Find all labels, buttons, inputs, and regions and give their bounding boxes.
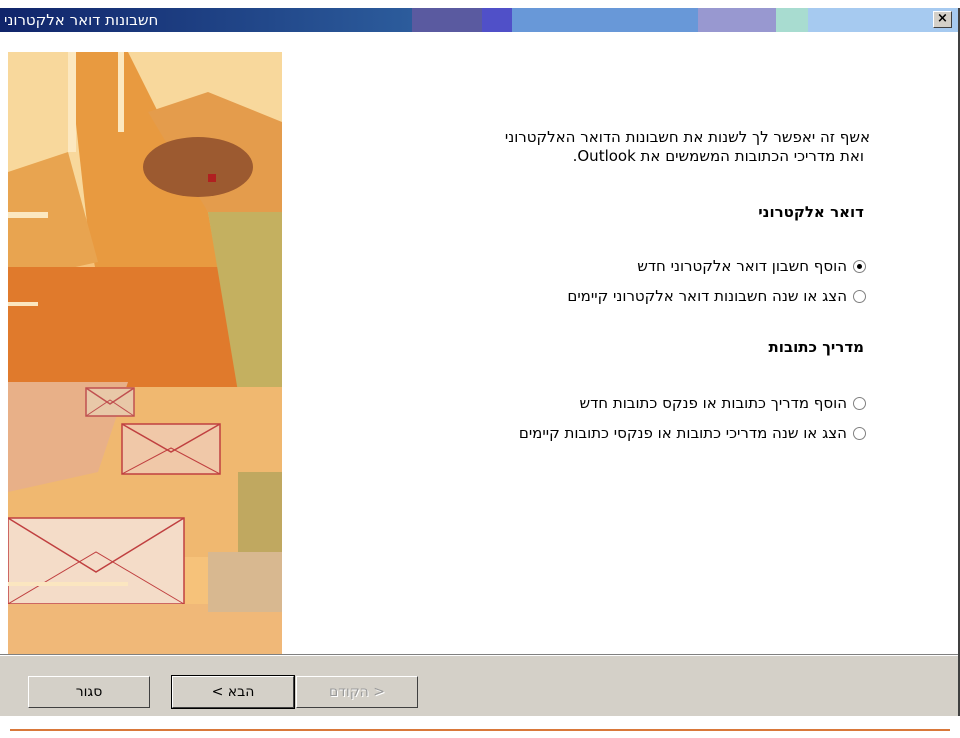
option-label: הצג או שנה מדריכי כתובות או פנקסי כתובות…: [518, 424, 847, 442]
radio-button[interactable]: [853, 426, 866, 440]
bottom-accent-line: [10, 729, 950, 731]
back-button: < הקודם: [296, 676, 418, 708]
radio-button-checked[interactable]: [853, 259, 866, 273]
add-directory-option[interactable]: הוסף מדריך כתובות או פנקס כתובות חדש: [579, 394, 866, 412]
intro-text: אשף זה יאפשר לך לשנות את חשבונות הדואר ה…: [310, 128, 870, 166]
title-bar-segment: [698, 8, 776, 32]
add-email-account-option[interactable]: הוסף חשבון דואר אלקטרוני חדש: [637, 257, 866, 275]
wizard-side-illustration: [8, 52, 282, 656]
email-section-heading: דואר אלקטרוני: [758, 203, 864, 221]
radio-button[interactable]: [853, 289, 866, 303]
directory-section-heading: מדריך כתובות: [768, 338, 864, 356]
title-bar-segment: [776, 8, 808, 32]
option-label: הוסף חשבון דואר אלקטרוני חדש: [637, 257, 847, 275]
window-title: חשבונות דואר אלקטרוני: [4, 11, 159, 29]
view-email-accounts-option[interactable]: הצג או שנה חשבונות דואר אלקטרוני קיימים: [567, 287, 866, 305]
view-directories-option[interactable]: הצג או שנה מדריכי כתובות או פנקסי כתובות…: [519, 424, 866, 442]
email-accounts-dialog: חשבונות דואר אלקטרוני × אשף זה יאפשר לך …: [0, 8, 960, 716]
intro-line-2: ואת מדריכי הכתובות המשמשים את Outlook.: [572, 147, 864, 165]
close-window-button[interactable]: ×: [933, 11, 952, 28]
title-bar-segment: [412, 8, 482, 32]
next-button[interactable]: הבא >: [171, 675, 295, 709]
option-label: הצג או שנה חשבונות דואר אלקטרוני קיימים: [567, 287, 847, 305]
button-bar: סגור הבא > < הקודם: [0, 656, 958, 716]
title-bar-segment: [482, 8, 512, 32]
radio-button[interactable]: [853, 396, 866, 410]
close-button[interactable]: סגור: [28, 676, 150, 708]
title-bar-segment: [512, 8, 698, 32]
option-label: הוסף מדריך כתובות או פנקס כתובות חדש: [579, 394, 847, 412]
intro-line-1: אשף זה יאפשר לך לשנות את חשבונות הדואר ה…: [504, 128, 870, 146]
wizard-content: אשף זה יאפשר לך לשנות את חשבונות הדואר ה…: [300, 52, 870, 652]
envelopes-illustration: [8, 52, 282, 656]
